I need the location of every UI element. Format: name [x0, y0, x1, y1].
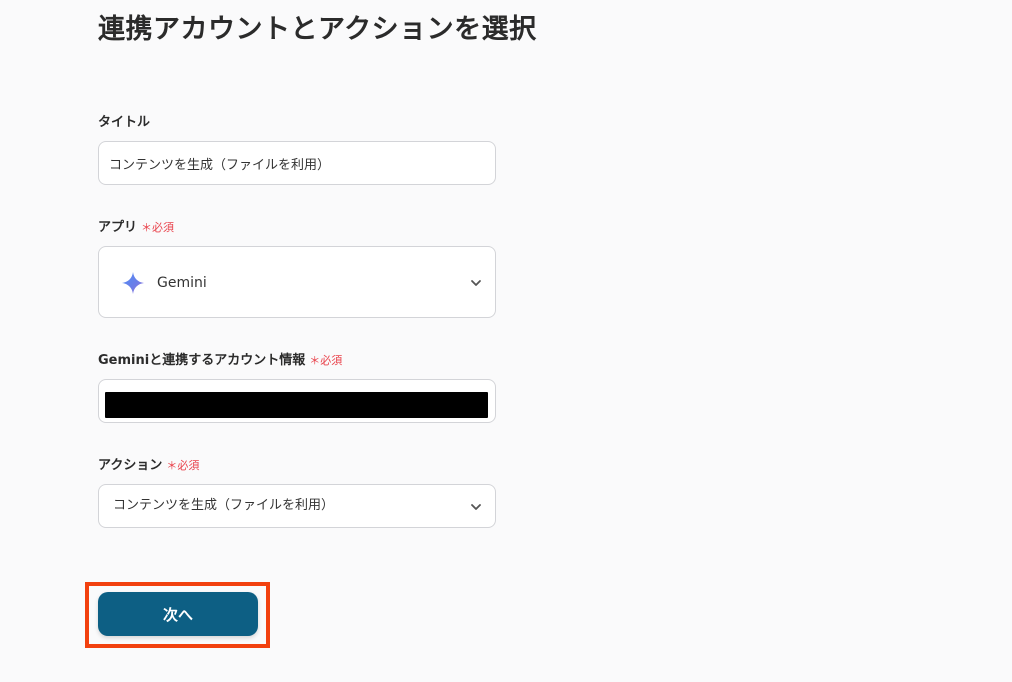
redacted-account-value	[105, 392, 488, 418]
action-required-mark: ＊必須	[166, 459, 200, 472]
account-label-text: Geminiと連携するアカウント情報	[98, 353, 306, 368]
title-field-label: タイトル	[98, 114, 150, 132]
chevron-down-icon	[471, 504, 481, 510]
app-required-mark: ＊必須	[141, 221, 175, 234]
action-select[interactable]: コンテンツを生成（ファイルを利用）	[98, 484, 496, 528]
action-label-text: アクション	[98, 458, 163, 473]
action-selected-value: コンテンツを生成（ファイルを利用）	[113, 498, 335, 513]
chevron-down-icon	[471, 280, 481, 286]
page-title: 連携アカウントとアクションを選択	[98, 14, 537, 45]
account-select[interactable]	[98, 379, 496, 423]
action-field-label: アクション ＊必須	[98, 457, 199, 475]
app-selected-value: Gemini	[157, 275, 207, 291]
app-select[interactable]: Gemini	[98, 246, 496, 318]
account-required-mark: ＊必須	[309, 354, 343, 367]
gemini-sparkle-icon	[122, 272, 144, 294]
app-field-label: アプリ ＊必須	[98, 219, 174, 237]
title-input[interactable]	[98, 141, 496, 185]
next-button[interactable]: 次へ	[98, 592, 258, 636]
app-label-text: アプリ	[98, 220, 138, 235]
account-field-label: Geminiと連携するアカウント情報 ＊必須	[98, 352, 342, 370]
title-label-text: タイトル	[98, 115, 151, 130]
